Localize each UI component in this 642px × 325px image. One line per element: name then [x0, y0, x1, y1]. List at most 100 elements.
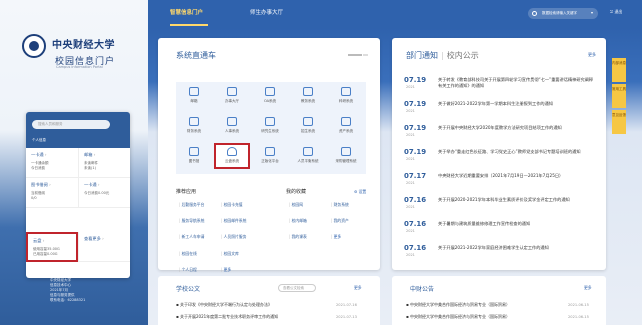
favorites-settings-button[interactable]: ⚙ 设置	[354, 189, 366, 195]
notice-item[interactable]: 07.19 2021 关于举办“重走红色长征路、学习党史正心”教师党支部书记专题培训…	[404, 148, 594, 172]
notice-more-link[interactable]: 更多	[588, 52, 596, 58]
tab-campus-publicity[interactable]: 校内公示	[447, 51, 479, 60]
favorite-item[interactable]: │ 我的资产	[330, 215, 372, 227]
service-cloud-disk[interactable]: 云盘 使用容量35.00G已用容量0.00G	[26, 232, 78, 262]
announcement-row[interactable]: ▪ 中央财经大学中美合作国际经济与贸易专业（国际贸易）	[406, 302, 510, 308]
recommend-item[interactable]: │ 服务导航系统	[178, 215, 220, 227]
graduate-icon	[265, 117, 275, 126]
portal-name-en: Campus Information Portal	[56, 65, 103, 69]
announcements-panel: 中财公告 更多 ▪ 中央财经大学中美合作国际经济与贸易专业（国际贸易） 2021…	[392, 276, 606, 325]
service-more[interactable]: 查看更多	[78, 232, 130, 262]
tab-department-notice[interactable]: 部门通知	[406, 51, 438, 60]
notice-item[interactable]: 07.16 2021 关于开展2021-2022学年家庭经济困难学生认定工作的通知	[404, 244, 594, 268]
notice-item[interactable]: 07.19 2021 关于做好2021-2022学年第一学期本科生注册报到工作的通知	[404, 100, 594, 124]
tile-hr[interactable]: 人事系统	[214, 115, 250, 141]
notice-item[interactable]: 07.19 2021 关于开展中央财经大学2020年度教学方法研究项目结项工作的通知	[404, 124, 594, 148]
school-documents-title: 学校公文	[176, 286, 201, 293]
notice-item[interactable]: 07.16 2021 关于开展2020-2021学年本科毕业生素质评价及奖学金评定工…	[404, 196, 594, 220]
side-tab-tools[interactable]: 常用工具	[612, 84, 626, 108]
notice-panel: 部门通知 | 校内公示 更多 07.19 2021 关于转发《教育部科技司关于开展第四轮…	[392, 38, 606, 270]
document-date: 2021-07-13	[336, 315, 357, 319]
recommend-more-link[interactable]: │ 更多	[220, 264, 262, 276]
logout-button[interactable]: ⎋ 退出	[610, 9, 622, 15]
favorite-item[interactable]: │ 校内邮箱	[288, 215, 330, 227]
notice-item[interactable]: 07.19 2021 关于转发《教育部科技司关于开展第四轮学习宣传贯彻“七一”重要讲…	[404, 76, 594, 100]
tile-service-hall[interactable]: 办事大厅	[214, 85, 250, 111]
recommend-item[interactable]: │ 校园文库	[220, 248, 262, 260]
announcements-more-link[interactable]: 更多	[584, 285, 592, 291]
favorite-item[interactable]: │ 我的课表	[288, 231, 330, 243]
favorite-item[interactable]: │ 财务系统	[330, 199, 372, 211]
service-card-spend-title: 一卡通	[84, 182, 125, 188]
recommend-item[interactable]: │ 个人日程	[178, 264, 220, 276]
carousel-indicator-active[interactable]	[348, 54, 362, 56]
people-search-input[interactable]: 搜索人员和服务	[32, 120, 110, 129]
nav-portal[interactable]: 智慧信息门户	[170, 8, 203, 16]
tile-academic[interactable]: 教务系统	[290, 85, 326, 111]
announcements-title: 中财公告	[410, 286, 435, 293]
tile-oa[interactable]: OA系统	[252, 85, 288, 111]
cloud-icon	[227, 147, 237, 156]
recommend-item[interactable]: │ 新工人车申请	[178, 231, 220, 243]
oa-icon	[265, 87, 275, 96]
academic-icon	[303, 87, 313, 96]
service-library[interactable]: 图书借阅 当前借阅0/0	[26, 178, 78, 208]
document-row[interactable]: ▪ 关于印发《中央财经大学不端行为认定与处理办法》	[176, 302, 272, 308]
tile-cloud-disk[interactable]: 云盘系统	[214, 143, 250, 169]
recommend-title: 推荐应用	[176, 189, 197, 195]
nav-service-hall[interactable]: 师生办事大厅	[250, 8, 283, 16]
system-shortcut-panel: 系统直通车 邮箱 办事大厅 OA系统 教务系统 科研系统 财务系统 人事系统 研…	[158, 38, 380, 272]
side-tab-feedback[interactable]: 意见反馈	[612, 110, 626, 134]
global-search-placeholder: 数据检索请输入关键字	[542, 11, 577, 15]
tile-research[interactable]: 科研系统	[328, 85, 364, 111]
notice-item[interactable]: 07.16 2021 关于暑期与建筑质量维修修理工作宣传检查的通知	[404, 220, 594, 244]
tile-personnel-balance[interactable]: 人员平衡系统	[290, 145, 326, 171]
document-row[interactable]: ▪ 关于开展2021年度第二批专业技术职务评审工作的通知	[176, 314, 278, 320]
service-card-balance[interactable]: 一卡通 一卡通余额今日消费	[26, 148, 78, 178]
service-mail-title: 邮箱	[84, 152, 125, 158]
favorites-more-link[interactable]: │ 更多	[330, 231, 372, 243]
admission-icon	[303, 117, 313, 126]
service-mail[interactable]: 邮箱 未读邮件未读(1)	[78, 148, 130, 178]
tile-library[interactable]: 图书馆	[176, 145, 212, 171]
document-date: 2021-07-16	[336, 303, 357, 307]
carousel-indicator[interactable]	[363, 54, 368, 56]
footer-line: 联系电话：62288321	[50, 298, 86, 302]
chevron-down-icon[interactable]: ▾	[591, 10, 593, 15]
hall-icon	[227, 87, 237, 96]
service-card-lines: 一卡通余额 今日消费	[31, 161, 49, 170]
left-footer: 中央财经大学 信息技术中心 2021年7月 信息与服务提供 联系电话：62288…	[50, 278, 85, 303]
personal-card-header: 搜索人员和服务 个人信息	[26, 112, 130, 148]
service-card-spend-value: 今日消费0.00元	[84, 191, 110, 195]
documents-search-input[interactable]: 查看公文检索	[278, 284, 316, 292]
favorites-list: │ 校园网 │ 财务系统 │ 校内邮箱 │ 我的资产 │ 我的课表 │ 更多	[288, 199, 372, 248]
tile-licensed-software[interactable]: 正版化平台	[252, 145, 288, 171]
tile-procurement[interactable]: 采购管理系统	[328, 145, 364, 171]
global-search-input[interactable]: 数据检索请输入关键字 ▾	[528, 8, 598, 19]
notice-item[interactable]: 07.17 2021 中央财经大学近期重要安排（2021年7月19日—2021年7月…	[404, 172, 594, 196]
system-tiles: 邮箱 办事大厅 OA系统 教务系统 科研系统 财务系统 人事系统 研究生系统 招…	[176, 82, 366, 174]
tile-finance[interactable]: 财务系统	[176, 115, 212, 141]
tile-assets[interactable]: 资产系统	[328, 115, 364, 141]
announcement-date: 2021-06-15	[568, 303, 589, 307]
recommend-item[interactable]: │ 校园卡充值	[220, 199, 262, 211]
mail-icon	[189, 87, 199, 96]
recommend-item[interactable]: │ 校园邮件系统	[220, 215, 262, 227]
recommend-item[interactable]: │ 人员照片服务	[220, 231, 262, 243]
school-documents-panel: 学校公文 查看公文检索 更多 ▪ 关于印发《中央财经大学不端行为认定与处理办法》…	[158, 276, 380, 325]
favorite-item[interactable]: │ 校园网	[288, 199, 330, 211]
personal-info-label[interactable]: 个人信息	[32, 138, 46, 143]
side-tab-messages[interactable]: 内部消息	[612, 58, 626, 82]
announcement-row[interactable]: ▪ 中央财经大学中美合作国际经济与贸易专业（国际贸易）	[406, 314, 510, 320]
service-card-spend[interactable]: 一卡通 今日消费0.00元	[78, 178, 130, 208]
university-seal-icon	[22, 34, 46, 58]
search-icon	[532, 11, 537, 16]
tile-mail[interactable]: 邮箱	[176, 85, 212, 111]
recommend-item[interactable]: │ 校园在线	[178, 248, 220, 260]
tile-admission[interactable]: 招生系统	[290, 115, 326, 141]
documents-more-link[interactable]: 更多	[354, 285, 362, 291]
recommend-item[interactable]: │ 后勤服务平台	[178, 199, 220, 211]
notice-tabs: 部门通知 | 校内公示	[406, 51, 479, 60]
tile-graduate[interactable]: 研究生系统	[252, 115, 288, 141]
service-cloud-disk-lines: 使用容量35.00G 已用容量0.00G	[33, 247, 60, 256]
